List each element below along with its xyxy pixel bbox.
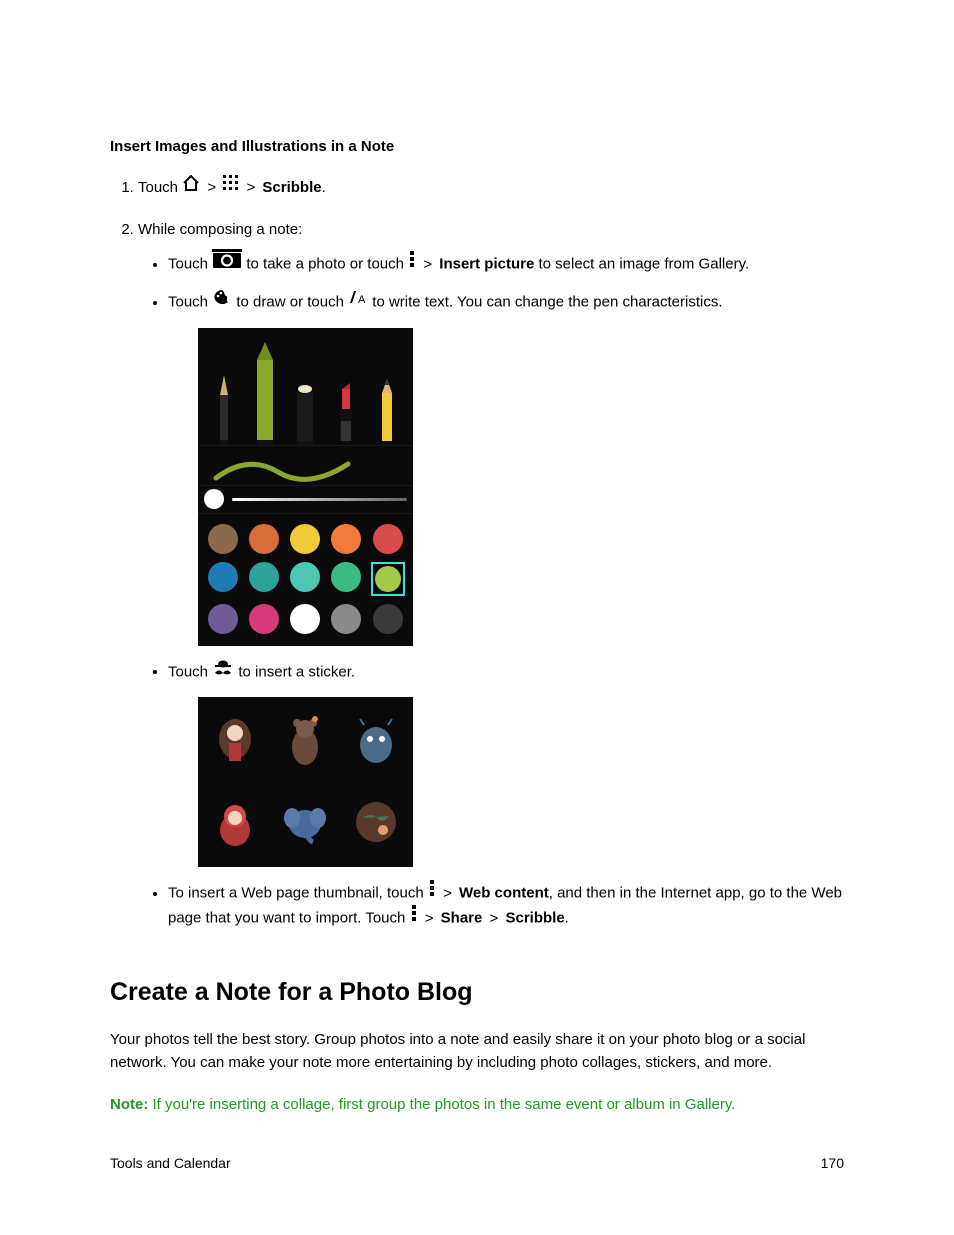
blog-paragraph: Your photos tell the best story. Group p… (110, 1028, 844, 1075)
overflow-icon (408, 250, 416, 275)
section-heading: Insert Images and Illustrations in a Not… (110, 135, 844, 158)
color-swatch (290, 524, 320, 554)
sub-bullets-3: To insert a Web page thumbnail, touch > … (138, 881, 844, 932)
footer-page-number: 170 (821, 1153, 844, 1175)
chevron: > (207, 179, 216, 196)
sticker-elephant (277, 793, 333, 849)
svg-text:A: A (358, 294, 366, 306)
sticker-red-hood (207, 793, 263, 849)
bullet-photo: Touch to take a photo or touch > Insert … (168, 251, 844, 278)
stroke-preview (198, 446, 413, 486)
tool-row (198, 328, 413, 446)
text: Touch (168, 256, 208, 273)
overflow-icon (410, 904, 418, 929)
sticker-bear (277, 714, 333, 770)
menu-scribble: Scribble (262, 179, 321, 196)
color-swatch-selected (371, 562, 405, 596)
sticker-globe (348, 793, 404, 849)
period: . (565, 910, 569, 927)
overflow-icon (428, 879, 436, 904)
document-page: Insert Images and Illustrations in a Not… (0, 0, 954, 1235)
note-line: Note: If you're inserting a collage, fir… (110, 1093, 844, 1116)
bullet-draw: Touch to draw or touch A to write text. … (168, 290, 844, 315)
color-swatch (249, 524, 279, 554)
bullet-sticker: Touch to insert a sticker. (168, 660, 844, 685)
color-swatch (208, 562, 238, 592)
note-text: If you're inserting a collage, first gro… (148, 1096, 735, 1113)
menu-insert-picture: Insert picture (439, 256, 534, 273)
footer: Tools and Calendar 170 (110, 1153, 844, 1175)
marker-tool (292, 375, 318, 445)
color-swatch (208, 604, 238, 634)
text: to take a photo or touch (246, 256, 404, 273)
chevron: > (246, 179, 255, 196)
color-swatch (331, 562, 361, 592)
sticker-girl (207, 714, 263, 770)
step-1: Touch > > Scribble. (138, 176, 844, 200)
step-2: While composing a note: Touch to take a … (138, 218, 844, 932)
crayon-tool (252, 340, 278, 445)
home-icon (182, 175, 200, 198)
size-track (232, 498, 407, 501)
color-grid (198, 514, 413, 646)
bullet-web: To insert a Web page thumbnail, touch > … (168, 881, 844, 932)
text: To insert a Web page thumbnail, touch (168, 885, 424, 902)
chevron: > (425, 910, 434, 927)
chevron: > (490, 910, 499, 927)
text: Touch (168, 663, 208, 680)
color-swatch (249, 604, 279, 634)
menu-scribble: Scribble (505, 910, 564, 927)
lipstick-tool (333, 375, 359, 445)
color-swatch (208, 524, 238, 554)
text: to write text. You can change the pen ch… (372, 294, 722, 311)
footer-left: Tools and Calendar (110, 1153, 231, 1175)
period: . (322, 179, 326, 196)
ordered-steps: Touch > > Scribble. While composing a no… (110, 176, 844, 931)
apps-grid-icon (223, 175, 239, 198)
color-swatch (290, 604, 320, 634)
menu-web-content: Web content (459, 885, 549, 902)
sticker-figure (198, 697, 413, 867)
palette-icon (212, 288, 232, 313)
pen-text-icon: A (348, 288, 368, 313)
text: Touch (168, 294, 208, 311)
sticker-fuzzy-monster (348, 714, 404, 770)
pen-picker-figure (198, 328, 413, 646)
chevron: > (443, 885, 452, 902)
size-slider-row (198, 486, 413, 514)
color-swatch (373, 604, 403, 634)
mustache-hat-icon (212, 658, 234, 683)
camera-icon (212, 249, 242, 276)
sub-bullets-2: Touch to insert a sticker. (138, 660, 844, 685)
text: to draw or touch (236, 294, 344, 311)
size-handle (204, 489, 224, 509)
text: While composing a note: (138, 221, 302, 238)
note-label: Note: (110, 1096, 148, 1113)
text: Touch (138, 179, 178, 196)
menu-share: Share (441, 910, 483, 927)
color-swatch (331, 524, 361, 554)
text: to select an image from Gallery. (538, 256, 749, 273)
color-swatch (373, 524, 403, 554)
pencil-tool (374, 375, 400, 445)
fountain-pen-tool (211, 365, 237, 445)
text: to insert a sticker. (238, 663, 355, 680)
color-swatch (290, 562, 320, 592)
color-swatch (249, 562, 279, 592)
color-swatch (331, 604, 361, 634)
heading-photo-blog: Create a Note for a Photo Blog (110, 973, 844, 1012)
chevron: > (423, 256, 432, 273)
sub-bullets: Touch to take a photo or touch > Insert … (138, 251, 844, 316)
